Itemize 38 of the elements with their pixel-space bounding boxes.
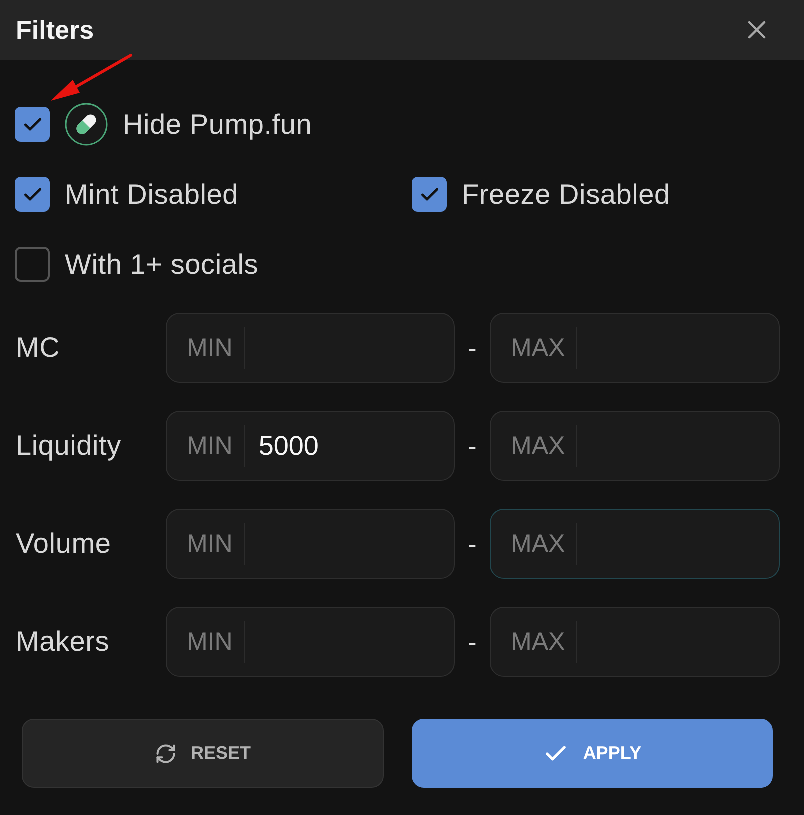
- field-prefix-label: MIN: [187, 432, 233, 460]
- field-prefix-label: MAX: [511, 334, 566, 362]
- filter-label: MC: [15, 332, 60, 364]
- field-prefix-label: MAX: [511, 628, 566, 656]
- min-input-field[interactable]: MIN: [166, 607, 455, 677]
- field-prefix-label: MAX: [511, 530, 566, 558]
- filter-label: Volume: [15, 528, 112, 560]
- apply-button[interactable]: APPLY: [412, 719, 773, 788]
- field-prefix-label: MIN: [187, 628, 233, 656]
- min-input-field[interactable]: MIN 5000: [166, 411, 455, 481]
- range-separator: -: [468, 626, 477, 658]
- checkbox-label[interactable]: Hide Pump.fun: [123, 108, 312, 140]
- checkbox[interactable]: [15, 247, 50, 282]
- refresh-icon: [154, 742, 177, 764]
- min-input-field[interactable]: MIN: [166, 509, 455, 579]
- checkbox-label[interactable]: With 1+ socials: [65, 248, 259, 280]
- max-input-field[interactable]: MAX: [490, 313, 780, 383]
- checkbox-label[interactable]: Freeze Disabled: [462, 178, 670, 210]
- filter-label: Makers: [15, 626, 110, 658]
- range-separator: -: [468, 430, 477, 462]
- checkbox-label[interactable]: Mint Disabled: [65, 178, 239, 210]
- field-prefix-label: MIN: [187, 530, 233, 558]
- field-prefix-label: MIN: [187, 334, 233, 362]
- filter-label: Liquidity: [15, 430, 122, 462]
- value-input[interactable]: 5000: [258, 430, 440, 462]
- max-input-field[interactable]: MAX: [490, 509, 780, 579]
- reset-button[interactable]: RESET: [22, 719, 384, 788]
- pill-icon: [65, 103, 108, 146]
- field-prefix-label: MAX: [511, 432, 566, 460]
- checkbox[interactable]: [412, 177, 447, 212]
- checkbox[interactable]: [15, 177, 50, 212]
- min-input-field[interactable]: MIN: [166, 313, 455, 383]
- range-separator: -: [468, 528, 477, 560]
- range-separator: -: [468, 332, 477, 364]
- dialog-title: Filters: [16, 14, 94, 46]
- max-input-field[interactable]: MAX: [490, 607, 780, 677]
- checkbox[interactable]: [15, 107, 50, 142]
- max-input-field[interactable]: MAX: [490, 411, 780, 481]
